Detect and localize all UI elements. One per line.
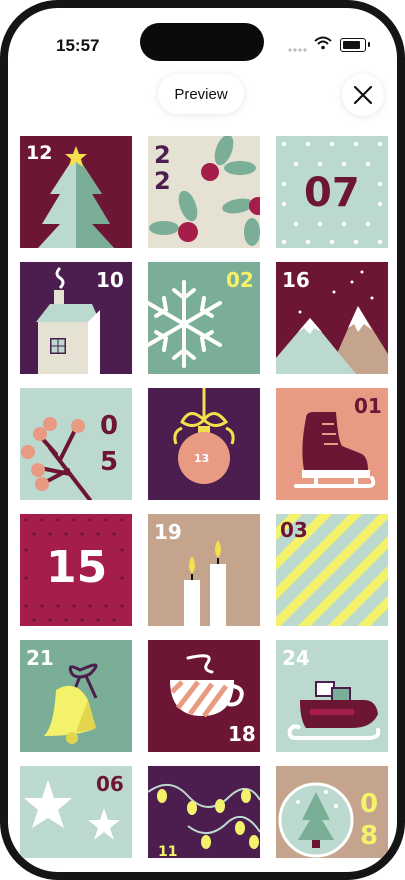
tile-day-number: 07 [304, 170, 360, 216]
tile-day-number: 02 [226, 268, 254, 292]
tile-day-number: 11 [158, 844, 178, 858]
dynamic-island [140, 23, 264, 61]
tile-day-number: 08 [360, 789, 379, 851]
signal-icon [288, 48, 307, 52]
ornament-icon [173, 388, 235, 484]
tile-day-number: 01 [354, 394, 382, 418]
tile-day-number: 21 [26, 646, 54, 670]
phone-frame: 15:57 Preview 12 22 07 10 02 16 05 13 01… [0, 0, 405, 880]
tile-day-number: 12 [26, 142, 53, 164]
tile-day-number: 24 [282, 646, 310, 670]
calendar-tile[interactable]: 12 [20, 136, 132, 248]
preview-button[interactable]: Preview [158, 74, 244, 114]
tile-day-number: 06 [96, 772, 124, 796]
calendar-tile[interactable]: 08 [276, 766, 388, 858]
calendar-tile[interactable]: 13 [148, 388, 260, 500]
calendar-tile[interactable]: 03 [276, 514, 388, 626]
calendar-tile[interactable]: 15 [20, 514, 132, 626]
tile-day-number: 22 [154, 141, 171, 195]
calendar-tile[interactable]: 19 [148, 514, 260, 626]
tile-day-number: 13 [194, 452, 210, 465]
tile-day-number: 15 [46, 542, 108, 593]
status-time: 15:57 [56, 36, 100, 55]
calendar-tile[interactable]: 11 [148, 766, 260, 858]
calendar-tile[interactable]: 21 [20, 640, 132, 752]
calendar-tile[interactable]: 18 [148, 640, 260, 752]
tile-day-number: 05 [100, 411, 119, 477]
calendar-tile[interactable]: 07 [276, 136, 388, 248]
calendar-tile[interactable]: 24 [276, 640, 388, 752]
calendar-tile[interactable]: 02 [148, 262, 260, 374]
close-icon [353, 85, 373, 105]
calendar-tile[interactable]: 01 [276, 388, 388, 500]
calendar-tile[interactable]: 16 [276, 262, 388, 374]
battery-icon [340, 38, 370, 52]
tile-day-number: 18 [228, 722, 256, 746]
status-bar: 15:57 [8, 8, 397, 78]
tile-day-number: 19 [154, 520, 182, 544]
calendar-tile[interactable]: 10 [20, 262, 132, 374]
calendar-tile[interactable]: 22 [148, 136, 260, 248]
tile-day-number: 10 [96, 268, 124, 292]
calendar-tile[interactable]: 05 [20, 388, 132, 500]
wifi-icon [314, 36, 332, 50]
tile-day-number: 16 [282, 268, 310, 292]
close-button[interactable] [342, 74, 384, 116]
calendar-tile[interactable]: 06 [20, 766, 132, 858]
tile-day-number: 03 [280, 518, 308, 542]
